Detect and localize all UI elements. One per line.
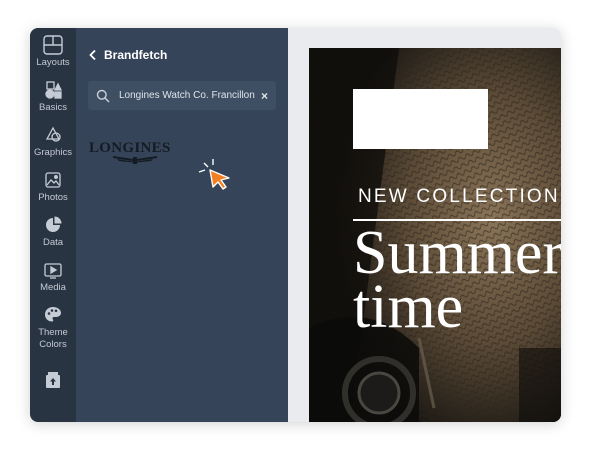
upload-icon (46, 372, 60, 388)
headline-line-2: time (353, 273, 464, 341)
canvas-stage[interactable]: NEW COLLECTION Summer time (288, 28, 561, 422)
search-field[interactable]: Longines Watch Co. Francillon × (88, 81, 276, 110)
basics-icon (45, 81, 63, 99)
search-input[interactable]: Longines Watch Co. Francillon (119, 90, 255, 101)
back-button[interactable]: Brandfetch (88, 48, 167, 62)
rail-item-layouts[interactable]: Layouts (30, 34, 76, 69)
rail-item-data[interactable]: Data (30, 214, 76, 249)
layouts-icon (43, 35, 63, 55)
rail-item-theme-colors[interactable]: Theme Colors (30, 304, 76, 351)
design-page[interactable]: NEW COLLECTION Summer time (309, 48, 561, 422)
chevron-left-icon (89, 49, 96, 61)
brandfetch-panel: Brandfetch Longines Watch Co. Francillon… (76, 28, 288, 422)
palette-icon (45, 307, 61, 322)
eyebrow-text[interactable]: NEW COLLECTION (358, 186, 560, 208)
rail-label-data: Data (42, 237, 64, 248)
data-icon (46, 216, 62, 232)
search-icon (96, 89, 110, 103)
winged-hourglass-icon (113, 156, 157, 164)
longines-logo: LONGINES (89, 140, 171, 156)
logo-result-longines[interactable]: LONGINES (89, 141, 181, 167)
rail-item-basics[interactable]: Basics (30, 79, 76, 114)
rail-label-media: Media (40, 282, 66, 293)
photos-icon (45, 172, 61, 188)
tool-rail: Layouts Basics Graphics Photos Data Medi… (30, 28, 76, 422)
rail-item-graphics[interactable]: Graphics (30, 124, 76, 159)
rail-label-photos: Photos (38, 192, 68, 203)
graphics-icon (45, 126, 61, 142)
rail-item-photos[interactable]: Photos (30, 169, 76, 204)
rail-label-theme-colors: Theme Colors (38, 327, 68, 350)
rail-label-graphics: Graphics (33, 147, 72, 158)
logo-placeholder[interactable] (353, 89, 488, 149)
rail-item-upload[interactable] (30, 369, 76, 391)
headline-text[interactable]: Summer time (353, 219, 561, 341)
rail-item-media[interactable]: Media (30, 259, 76, 294)
rail-label-basics: Basics (39, 102, 67, 113)
editor-window: Layouts Basics Graphics Photos Data Medi… (30, 28, 561, 422)
clear-search-button[interactable]: × (261, 89, 268, 103)
headline-line-1: Summer (353, 219, 561, 287)
rail-label-layouts: Layouts (36, 57, 70, 68)
panel-title: Brandfetch (104, 48, 168, 62)
media-icon (44, 263, 62, 279)
pointer-cursor-icon (198, 159, 230, 190)
